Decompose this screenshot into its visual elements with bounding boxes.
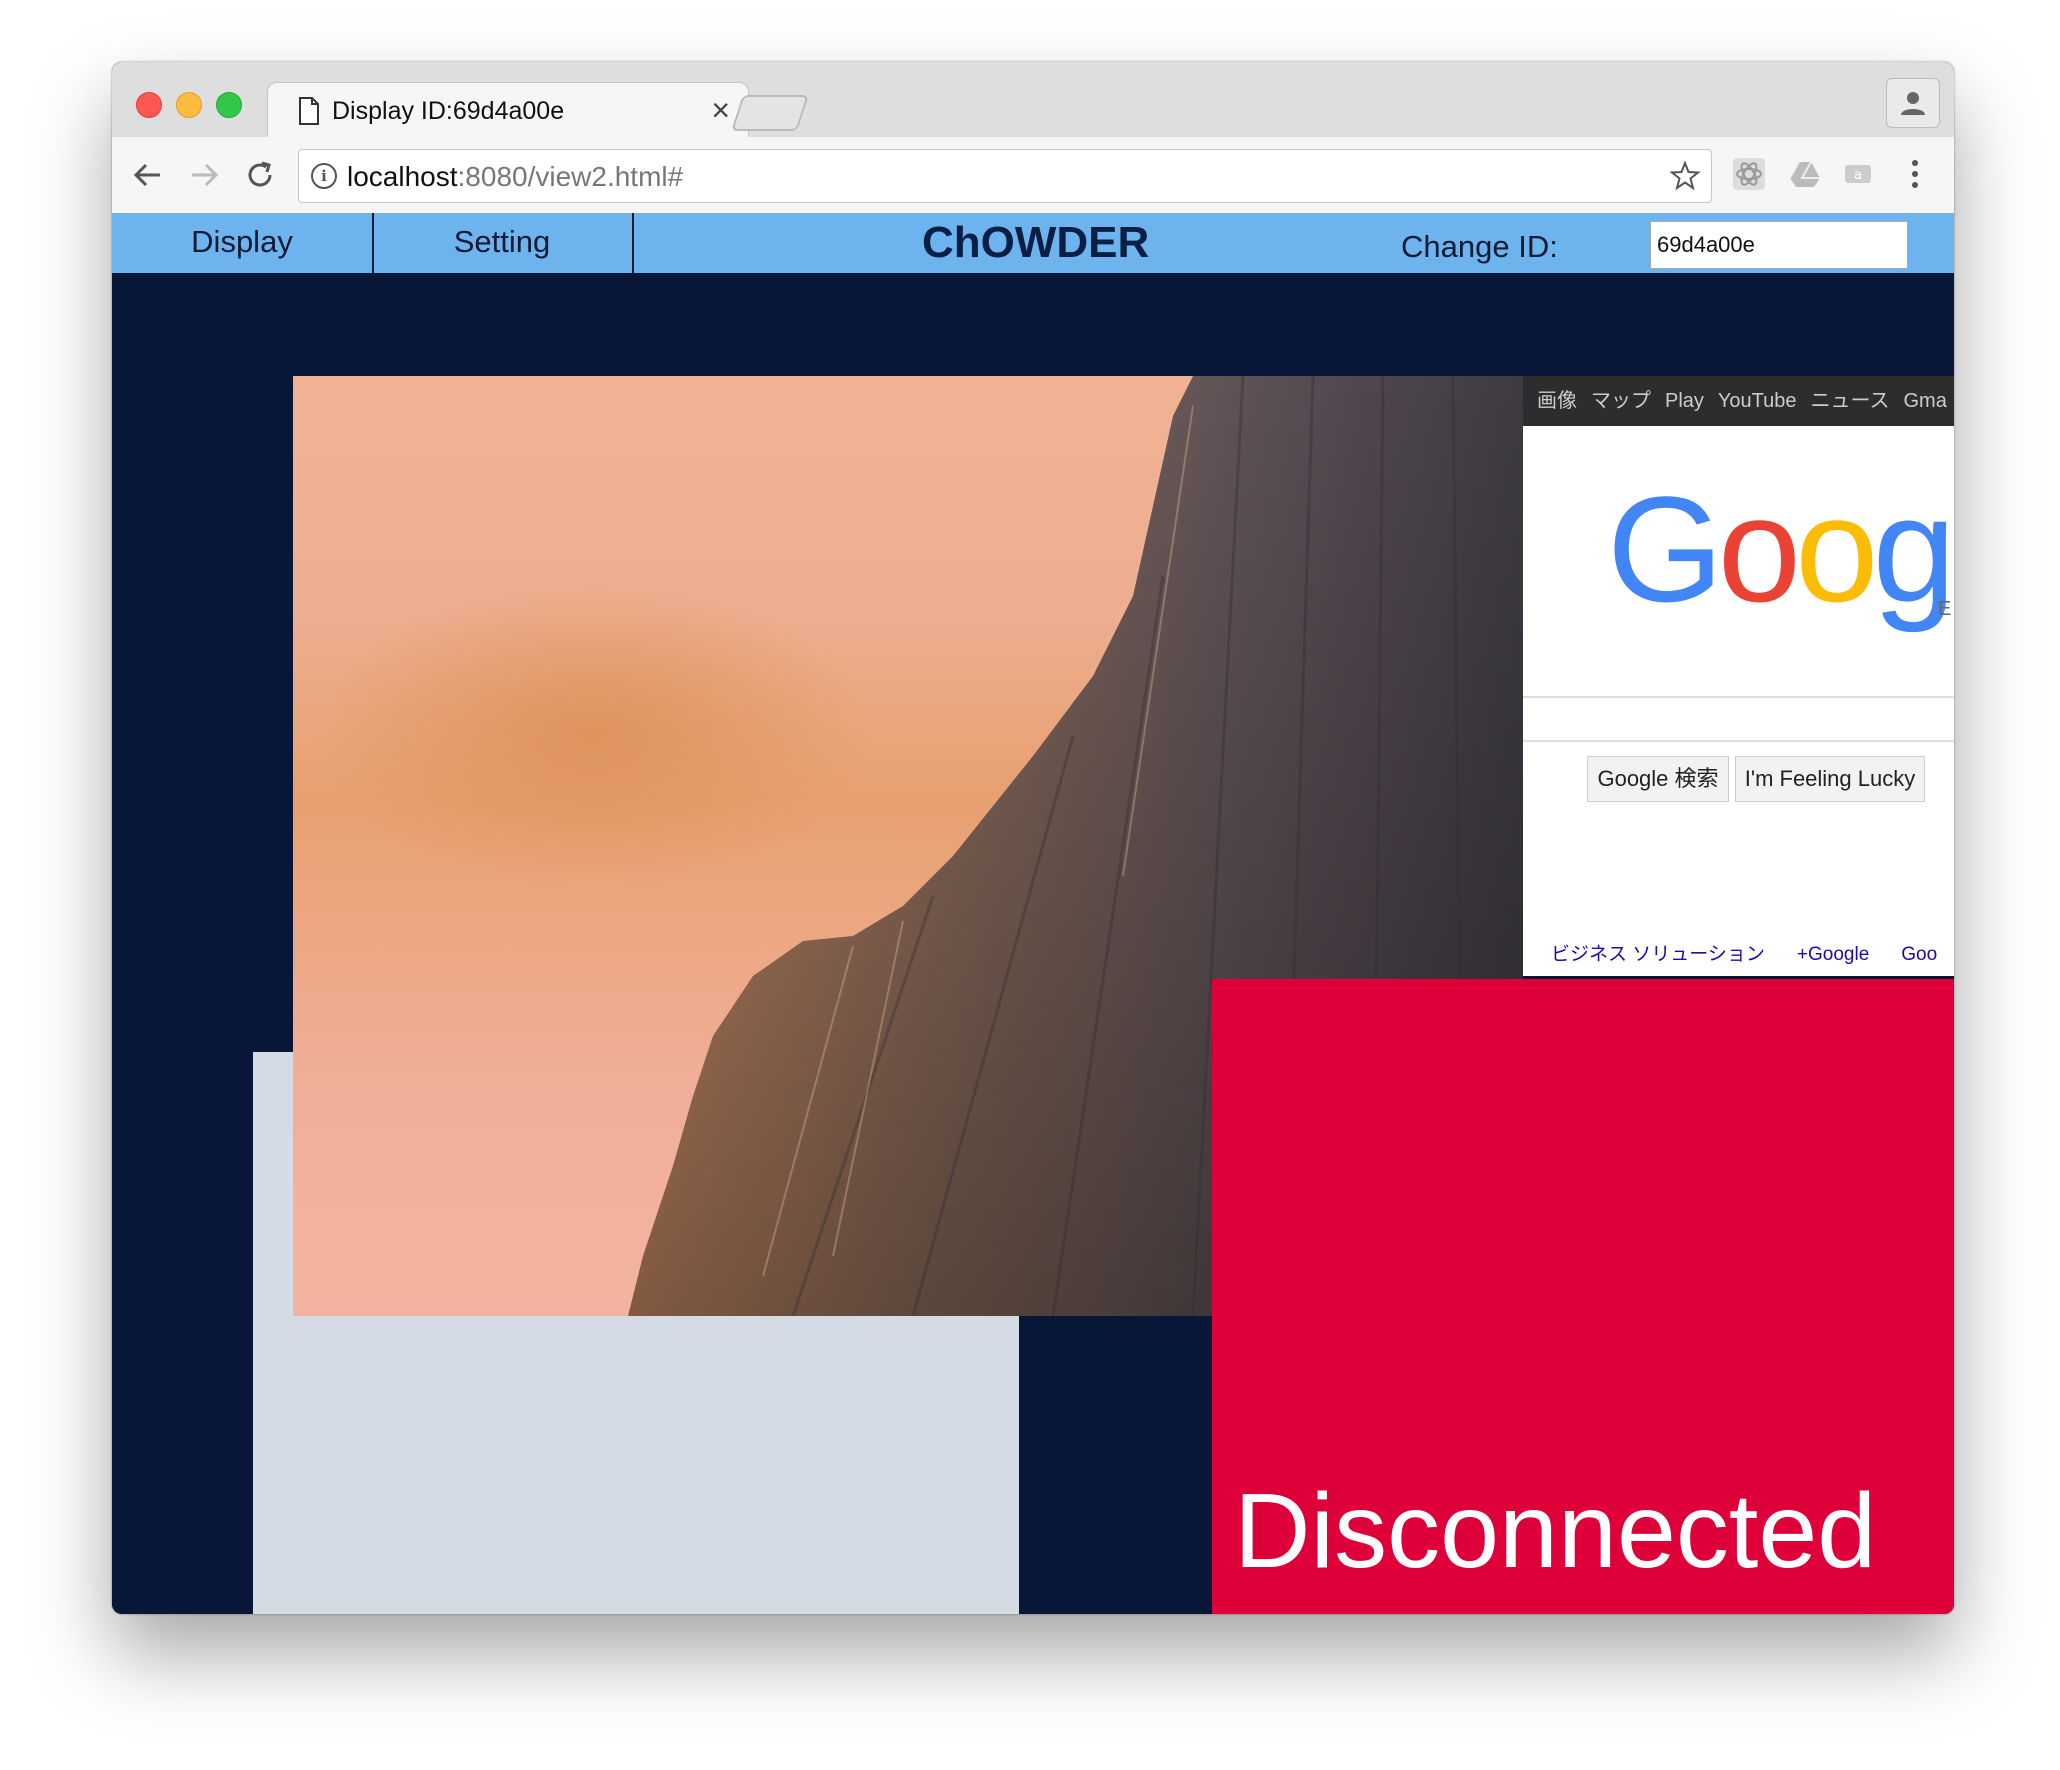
tab-setting[interactable]: Setting [372,213,634,273]
person-icon [1901,92,1925,115]
cast-extension-icon[interactable]: a [1842,157,1876,191]
svg-text:a: a [1854,168,1862,183]
disconnected-status-panel: Disconnected [1212,979,1954,1614]
google-search-button[interactable]: Google 検索 [1587,756,1729,802]
change-id-input[interactable] [1650,221,1908,269]
google-footer-links: ビジネス ソリューション +Google Goo [1551,939,1954,966]
tab-strip: Display ID:69d4a00e × [112,62,1954,139]
google-nav-link[interactable]: YouTube [1718,376,1797,426]
google-nav-link[interactable]: Gma [1904,376,1947,426]
forward-arrow-icon[interactable] [186,157,222,193]
window-maximize-button[interactable] [216,92,242,118]
url-text: localhost:8080/view2.html# [347,161,684,192]
window-minimize-button[interactable] [176,92,202,118]
browser-toolbar: i localhost:8080/view2.html# a [112,137,1954,214]
app-title: ChOWDER [922,218,1150,267]
display-canvas: 画像マップ Play YouTube ニュース Gma Googl E Google 検… [112,273,1954,1614]
google-nav-link[interactable]: ニュース [1811,376,1890,426]
bookmark-star-icon[interactable] [1669,160,1701,192]
google-drive-icon[interactable] [1788,157,1822,191]
footer-link[interactable]: Goo [1901,944,1937,965]
tab-display[interactable]: Display [112,213,374,273]
tab-close-icon[interactable]: × [711,93,730,127]
change-id-label: Change ID: [1401,229,1558,264]
reload-icon[interactable] [242,157,278,193]
back-arrow-icon[interactable] [130,157,166,193]
react-devtools-icon[interactable] [1732,157,1766,191]
google-logo-letter: o [1795,465,1878,633]
page-icon [299,97,319,125]
google-nav-link[interactable]: 画像 [1537,376,1577,426]
feeling-lucky-button[interactable]: I'm Feeling Lucky [1735,756,1925,802]
browser-tab[interactable]: Display ID:69d4a00e × [267,82,749,139]
google-nav-link[interactable]: マップ [1591,376,1651,426]
browser-menu-icon[interactable] [1910,157,1920,193]
google-topbar: 画像 マップ Play YouTube ニュース Gma [1523,376,1954,426]
google-nav-link[interactable]: Play [1665,376,1704,426]
google-logo: Googl [1607,474,1954,624]
new-tab-button[interactable] [731,95,809,131]
profile-button[interactable] [1886,78,1940,128]
disconnected-text: Disconnected [1234,1472,1877,1590]
google-logo-subtitle: E [1938,598,1952,620]
tab-title: Display ID:69d4a00e [332,97,565,125]
app-header: Display Setting ChOWDER Change ID: [112,213,1954,273]
footer-link[interactable]: ビジネス ソリューション [1551,944,1765,965]
google-window[interactable]: 画像マップ Play YouTube ニュース Gma Googl E Google 検… [1523,376,1954,976]
browser-window: Display ID:69d4a00e × i localhost:8080/v… [112,62,1954,1614]
window-close-button[interactable] [136,92,162,118]
google-logo-letter: o [1717,465,1801,633]
address-bar[interactable]: i localhost:8080/view2.html# [298,149,1712,203]
info-icon[interactable]: i [311,163,337,189]
google-logo-letter: G [1607,465,1724,633]
google-search-input[interactable] [1523,696,1954,742]
footer-link[interactable]: +Google [1797,944,1869,965]
